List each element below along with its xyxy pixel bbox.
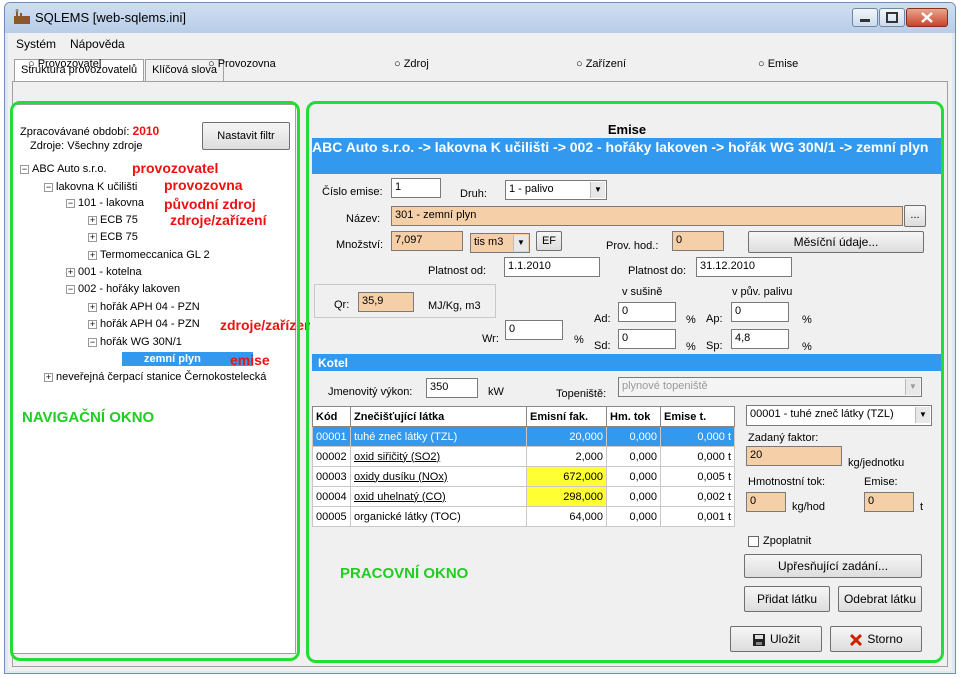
radio-label: Emise xyxy=(767,58,799,70)
radio-label: Provozovna xyxy=(217,58,276,70)
radio-provozovatel[interactable]: ○ Provozovatel xyxy=(28,58,101,70)
radio-label: Zdroj xyxy=(403,58,429,70)
level-radio-group: ○ Provozovatel ○ Provozovna ○ Zdroj ○ Za… xyxy=(10,58,910,72)
minimize-button[interactable] xyxy=(852,8,878,27)
maximize-icon xyxy=(886,12,898,23)
menu-system[interactable]: Systém xyxy=(8,35,62,51)
work-window-highlight xyxy=(306,101,944,663)
close-icon xyxy=(921,12,933,23)
maximize-button[interactable] xyxy=(879,8,905,27)
menu-bar: Systém Nápověda xyxy=(8,35,131,53)
title-bar: SQLEMS [web-sqlems.ini] xyxy=(5,3,955,33)
factory-icon xyxy=(14,9,30,24)
navigation-window-highlight xyxy=(10,101,300,661)
minimize-icon xyxy=(860,19,870,22)
radio-zdroj[interactable]: ○ Zdroj xyxy=(394,58,429,70)
radio-provozovna[interactable]: ○ Provozovna xyxy=(208,58,276,70)
radio-emise[interactable]: ○ Emise xyxy=(758,58,798,70)
window-title: SQLEMS [web-sqlems.ini] xyxy=(35,10,186,25)
close-button[interactable] xyxy=(906,8,948,27)
menu-help[interactable]: Nápověda xyxy=(62,35,131,51)
radio-label: Zařízení xyxy=(585,58,627,70)
radio-label: Provozovatel xyxy=(37,58,102,70)
radio-zarizeni[interactable]: ○ Zařízení xyxy=(576,58,626,70)
